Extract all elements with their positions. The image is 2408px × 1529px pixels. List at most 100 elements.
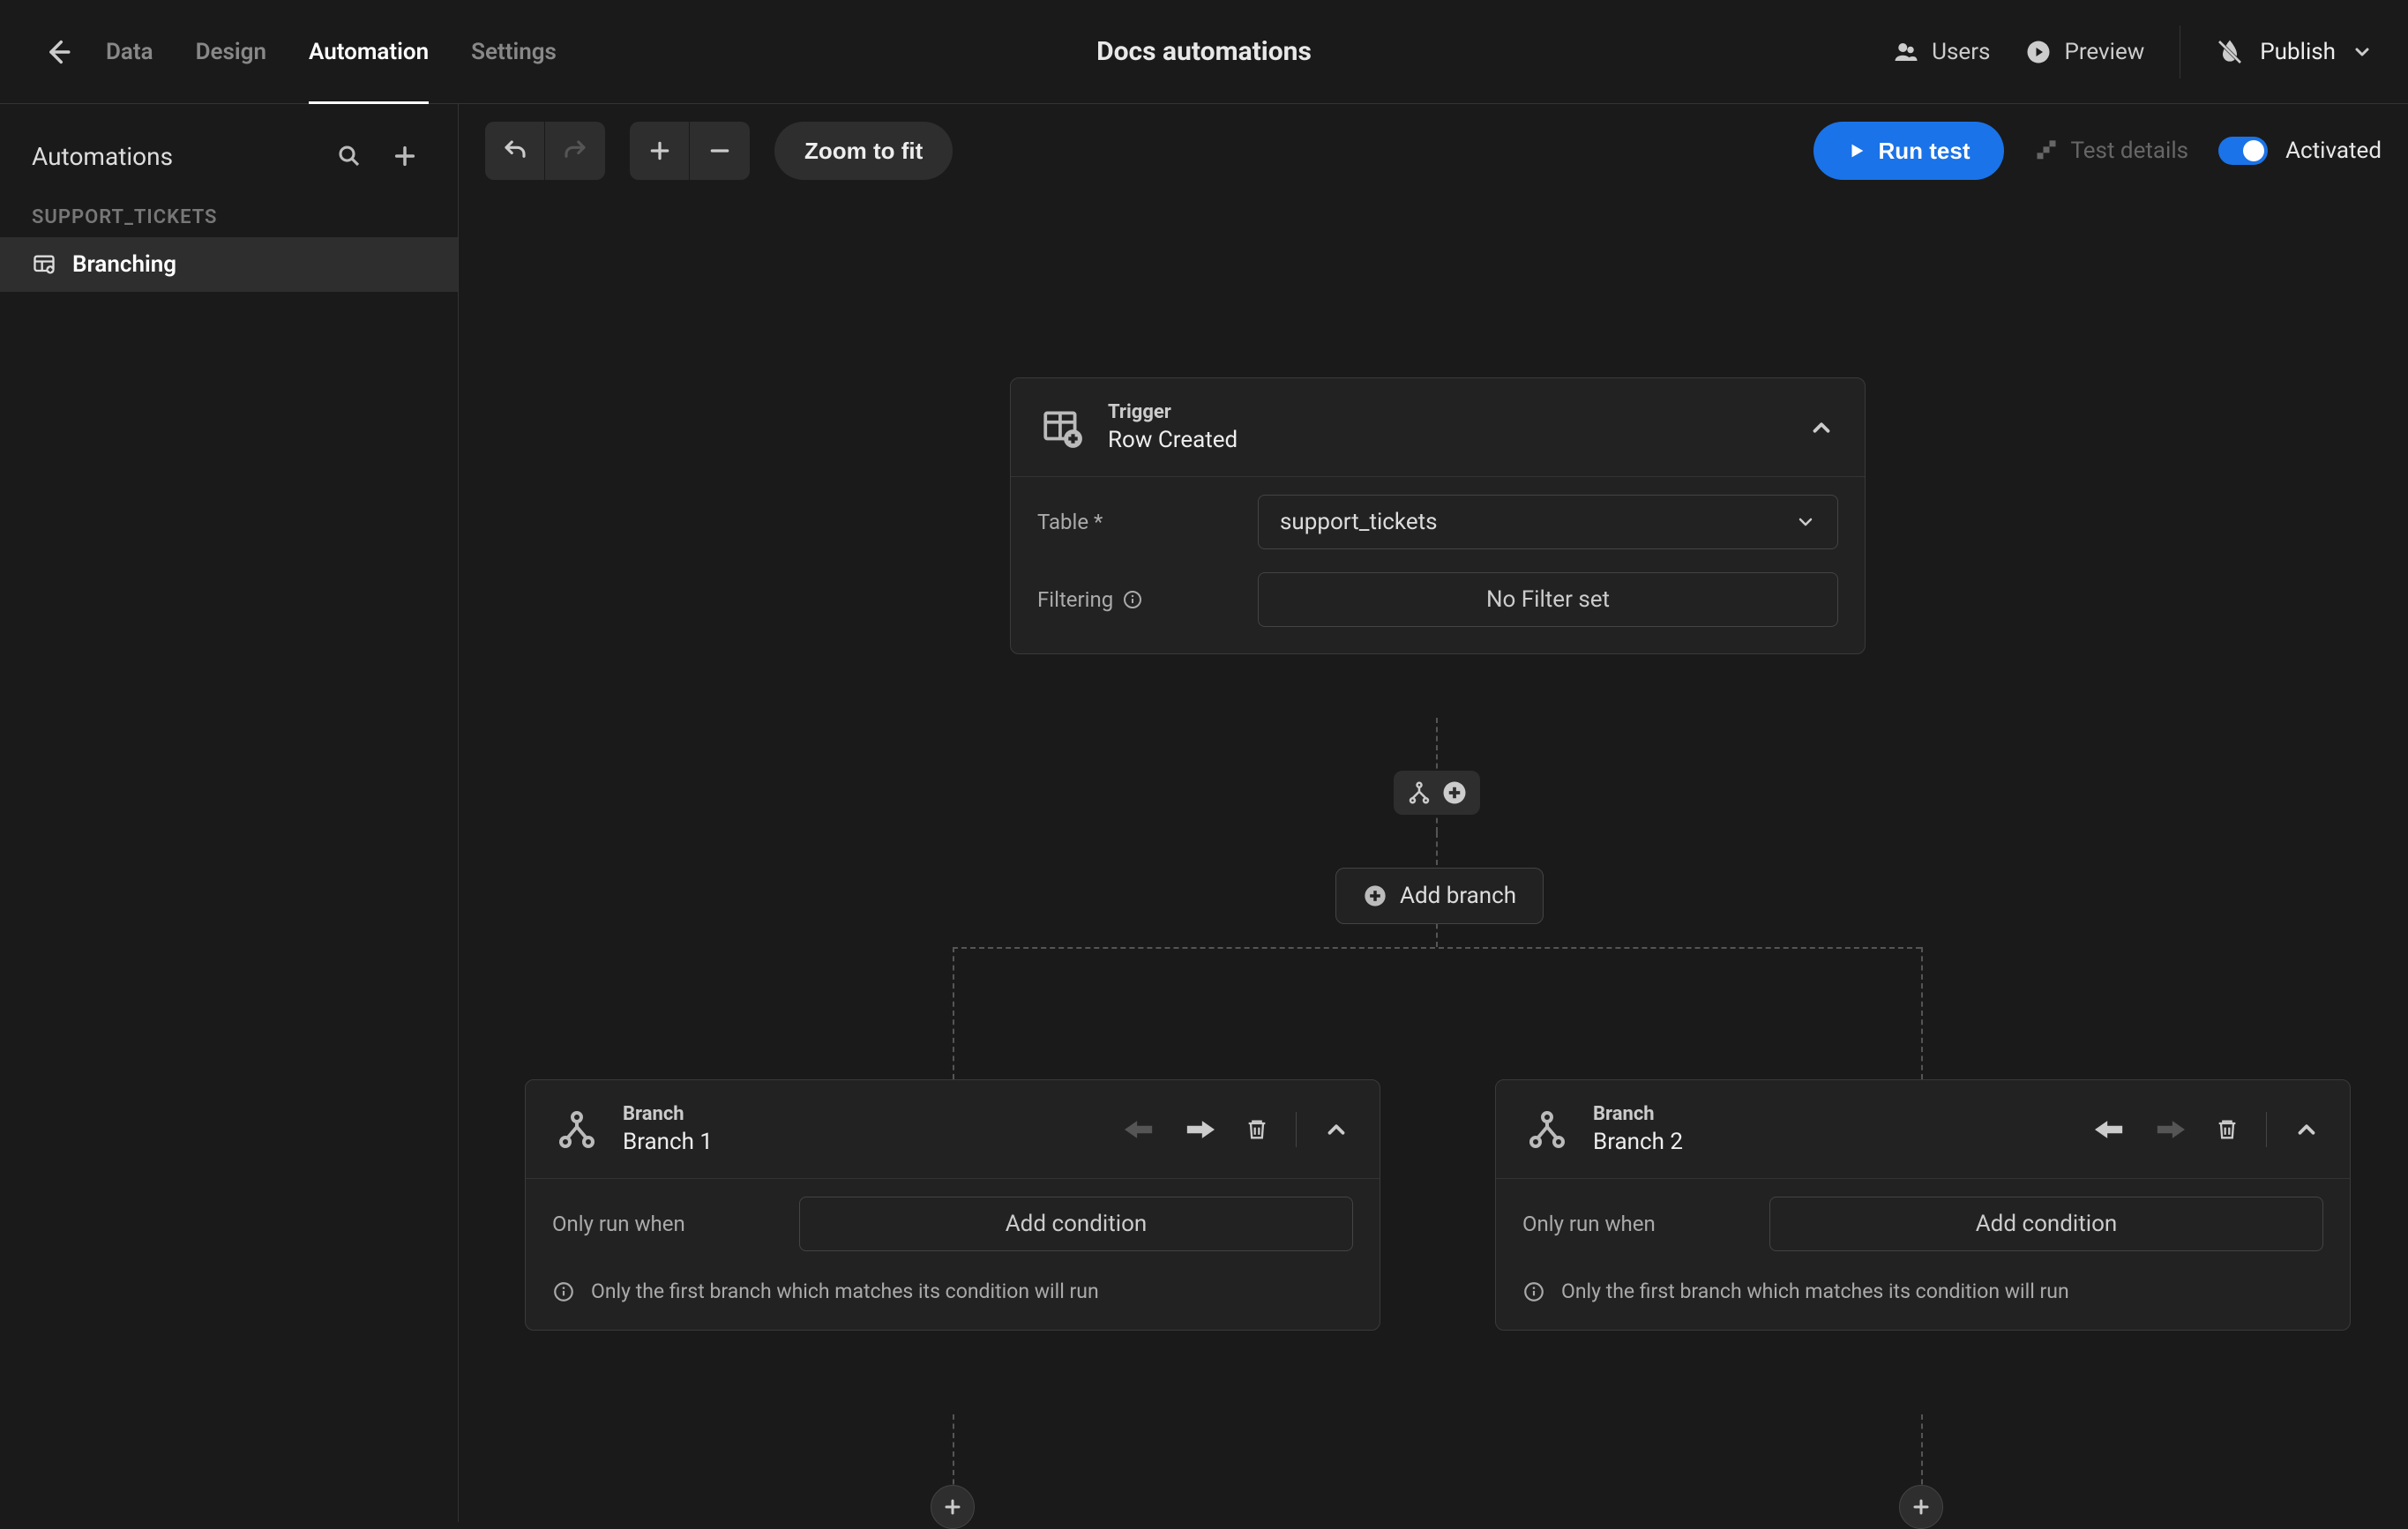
preview-button[interactable]: Preview xyxy=(2025,39,2144,65)
run-test-button[interactable]: Run test xyxy=(1813,122,2004,180)
table-label: Table * xyxy=(1037,510,1240,534)
filter-label-text: Filtering xyxy=(1037,587,1113,612)
play-circle-icon xyxy=(2025,39,2052,65)
chevron-down-icon xyxy=(2352,41,2373,63)
branch2-node: Branch Branch 2 xyxy=(1495,1079,2351,1331)
branch2-move-right-button[interactable] xyxy=(2151,1113,2188,1146)
branch1-header[interactable]: Branch Branch 1 xyxy=(526,1080,1380,1179)
add-branch-label: Add branch xyxy=(1400,883,1516,909)
users-icon xyxy=(1893,39,1919,65)
branch2-body: Only run when Add condition Only the fir… xyxy=(1496,1179,2350,1330)
branch1-note: Only the first branch which matches its … xyxy=(591,1279,1099,1303)
info-icon xyxy=(1522,1280,1545,1303)
branch1-add-step-button[interactable] xyxy=(931,1485,975,1529)
separator xyxy=(1296,1112,1297,1147)
zoom-in-button[interactable] xyxy=(630,122,690,180)
top-tabs: Data Design Automation Settings xyxy=(106,0,557,103)
connector-line xyxy=(1921,1414,1923,1494)
branch2-run-when-row: Only run when Add condition xyxy=(1522,1197,2323,1251)
separator xyxy=(2266,1112,2267,1147)
sidebar-title: Automations xyxy=(32,142,315,171)
sidebar-search-button[interactable] xyxy=(327,138,371,175)
redo-button[interactable] xyxy=(545,122,605,180)
sidebar-section-label: SUPPORT_TICKETS xyxy=(0,190,458,237)
plus-circle-icon xyxy=(1363,884,1387,908)
branch-icon xyxy=(1522,1105,1572,1154)
branch1-title-col: Branch Branch 1 xyxy=(623,1103,713,1155)
users-button[interactable]: Users xyxy=(1893,39,1990,65)
table-field-row: Table * support_tickets xyxy=(1037,495,1838,549)
table-select[interactable]: support_tickets xyxy=(1258,495,1838,549)
connector-line xyxy=(953,1414,954,1494)
trigger-body: Table * support_tickets Filtering xyxy=(1011,477,1865,653)
branch2-kicker: Branch xyxy=(1593,1103,1683,1125)
branch1-move-left-button[interactable] xyxy=(1121,1113,1158,1146)
branch1-run-when-label: Only run when xyxy=(552,1212,781,1236)
table-add-icon xyxy=(1037,403,1087,452)
branch2-delete-button[interactable] xyxy=(2211,1114,2243,1145)
tab-design[interactable]: Design xyxy=(196,0,266,103)
activated-toggle-wrap: Activated xyxy=(2218,137,2382,165)
trigger-header[interactable]: Trigger Row Created xyxy=(1011,378,1865,477)
branch2-add-condition-label: Add condition xyxy=(1976,1211,2118,1237)
branch1-delete-button[interactable] xyxy=(1241,1114,1273,1145)
branch2-note: Only the first branch which matches its … xyxy=(1561,1279,2069,1303)
paint-off-icon xyxy=(2216,38,2244,66)
test-details-button[interactable]: Test details xyxy=(2034,138,2189,164)
filter-label: Filtering xyxy=(1037,587,1240,612)
insert-actions xyxy=(1394,771,1480,815)
collapse-trigger-button[interactable] xyxy=(1805,411,1838,444)
steps-icon xyxy=(2034,138,2059,163)
activated-label: Activated xyxy=(2285,138,2382,164)
trigger-name: Row Created xyxy=(1108,427,1238,453)
undo-button[interactable] xyxy=(485,122,545,180)
sidebar-add-button[interactable] xyxy=(384,138,426,174)
filter-field-row: Filtering No Filter set xyxy=(1037,572,1838,627)
back-button[interactable] xyxy=(35,37,79,67)
branch2-run-when-label: Only run when xyxy=(1522,1212,1752,1236)
canvas-wrap: Zoom to fit Run test Test details Act xyxy=(459,104,2408,1522)
tab-settings[interactable]: Settings xyxy=(471,0,557,103)
sidebar: Automations SUPPORT_TICKETS Branching xyxy=(0,104,459,1522)
page-title: Docs automations xyxy=(1096,36,1312,67)
undo-redo-group xyxy=(485,122,605,180)
branch-icon-button[interactable] xyxy=(1406,779,1432,806)
filter-button[interactable]: No Filter set xyxy=(1258,572,1838,627)
branch2-move-left-button[interactable] xyxy=(2091,1113,2128,1146)
activated-toggle[interactable] xyxy=(2218,137,2268,165)
zoom-to-fit-button[interactable]: Zoom to fit xyxy=(774,122,953,180)
tab-data[interactable]: Data xyxy=(106,0,153,103)
branch2-add-step-button[interactable] xyxy=(1899,1485,1943,1529)
sidebar-item-label: Branching xyxy=(72,251,176,278)
info-icon[interactable] xyxy=(1122,589,1143,610)
filter-value: No Filter set xyxy=(1486,586,1610,613)
trigger-title-col: Trigger Row Created xyxy=(1108,401,1238,453)
tab-automation[interactable]: Automation xyxy=(309,0,429,103)
add-step-button[interactable] xyxy=(1441,779,1468,806)
branch2-header[interactable]: Branch Branch 2 xyxy=(1496,1080,2350,1179)
info-icon xyxy=(552,1280,575,1303)
connector-line xyxy=(953,947,954,1079)
trigger-kicker: Trigger xyxy=(1108,401,1238,423)
branch2-info-row: Only the first branch which matches its … xyxy=(1522,1274,2323,1303)
branch1-node: Branch Branch 1 xyxy=(525,1079,1380,1331)
publish-button[interactable]: Publish xyxy=(2216,38,2373,66)
add-branch-button[interactable]: Add branch xyxy=(1335,868,1544,924)
branch2-add-condition-button[interactable]: Add condition xyxy=(1769,1197,2323,1251)
automation-icon xyxy=(32,252,56,277)
branch1-run-when-row: Only run when Add condition xyxy=(552,1197,1353,1251)
table-select-value: support_tickets xyxy=(1280,509,1438,535)
branch2-collapse-button[interactable] xyxy=(2290,1113,2323,1146)
branch1-collapse-button[interactable] xyxy=(1320,1113,1353,1146)
branch1-add-condition-label: Add condition xyxy=(1006,1211,1148,1237)
publish-label: Publish xyxy=(2260,39,2336,65)
branch-icon xyxy=(552,1105,602,1154)
sidebar-item-branching[interactable]: Branching xyxy=(0,237,458,292)
zoom-out-button[interactable] xyxy=(690,122,750,180)
branch1-add-condition-button[interactable]: Add condition xyxy=(799,1197,1353,1251)
branch1-move-right-button[interactable] xyxy=(1181,1113,1218,1146)
sidebar-header: Automations xyxy=(0,122,458,190)
flow-canvas[interactable]: Trigger Row Created Table * support_tick… xyxy=(459,198,2408,1522)
trigger-node: Trigger Row Created Table * support_tick… xyxy=(1010,377,1866,654)
branch1-kicker: Branch xyxy=(623,1103,713,1125)
